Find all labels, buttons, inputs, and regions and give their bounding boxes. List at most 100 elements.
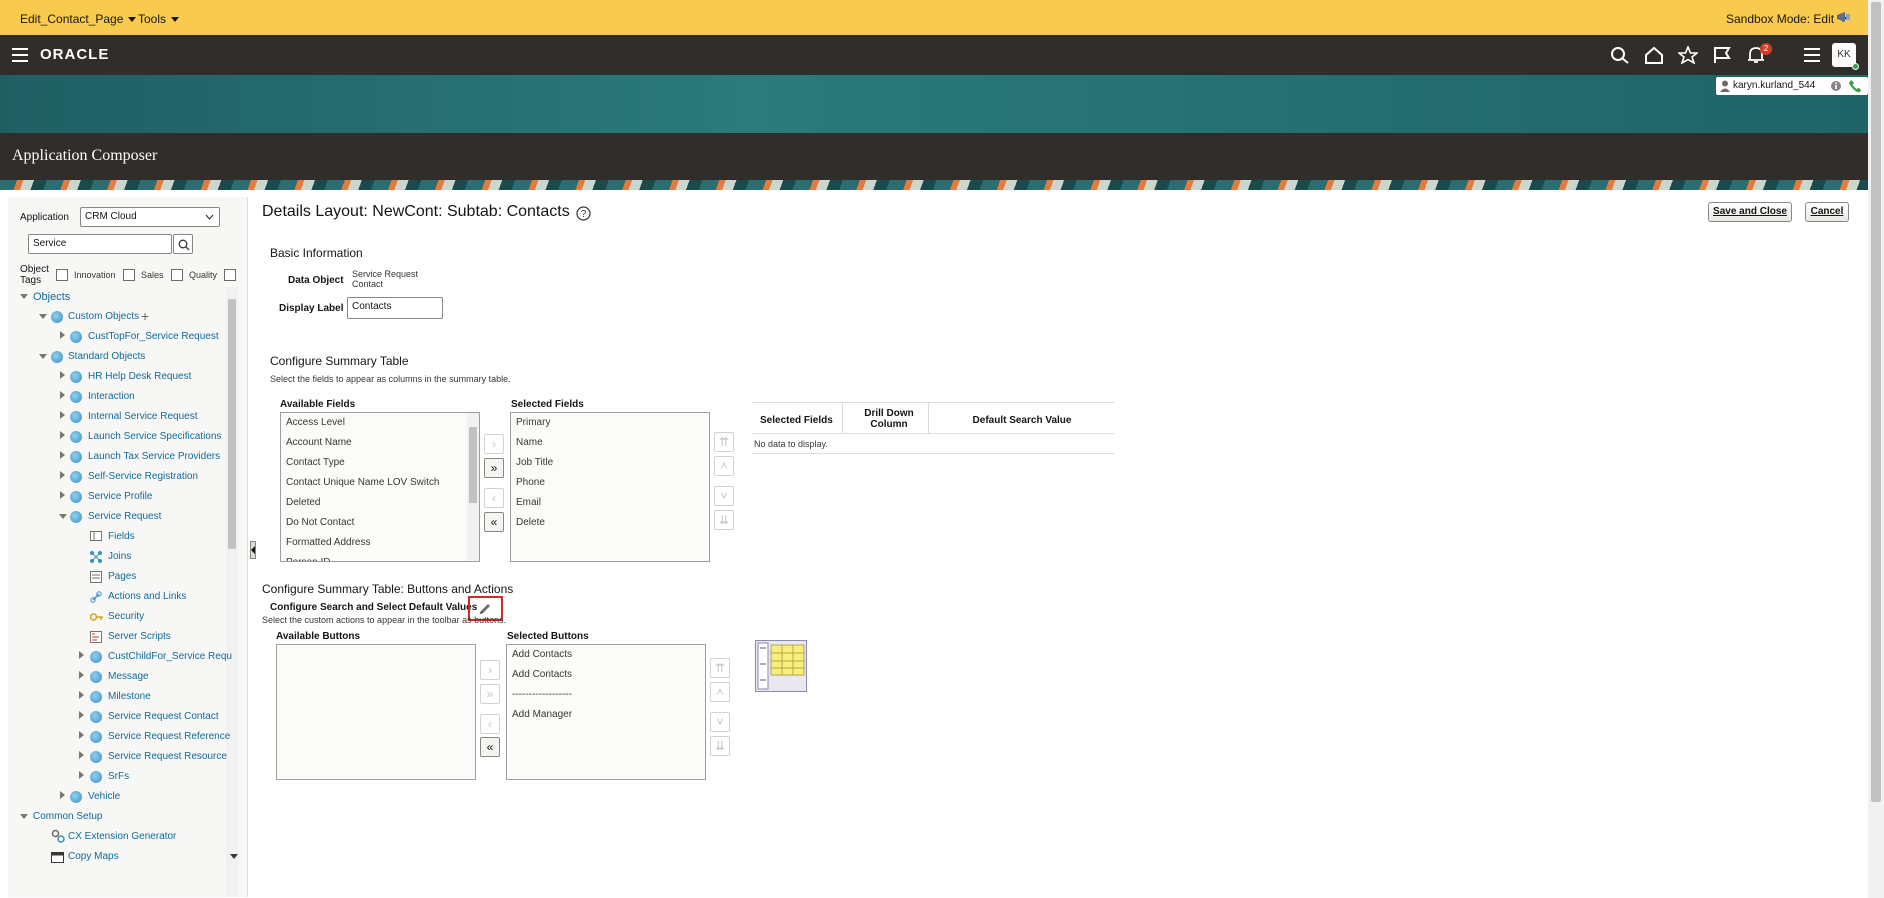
megaphone-icon[interactable] xyxy=(1836,10,1852,24)
tools-menu[interactable]: Tools xyxy=(138,12,180,26)
expand-icon[interactable] xyxy=(60,411,65,419)
expand-icon[interactable] xyxy=(79,731,84,739)
move-down-button[interactable]: ˅ xyxy=(710,712,730,732)
tree-item[interactable]: Self-Service Registration xyxy=(88,471,198,482)
tree-custom-objects[interactable]: Custom Objects xyxy=(68,311,139,322)
move-right-button[interactable]: › xyxy=(484,434,504,454)
search-button[interactable] xyxy=(173,234,193,254)
phone-icon[interactable] xyxy=(1848,79,1862,93)
collapse-icon[interactable] xyxy=(39,354,47,359)
move-up-button[interactable]: ˄ xyxy=(710,682,730,702)
sandbox-mode-menu[interactable]: Sandbox Mode: Edit xyxy=(1726,12,1848,26)
list-scrollbar-thumb[interactable] xyxy=(469,427,477,503)
tree-item[interactable]: HR Help Desk Request xyxy=(88,371,191,382)
list-item[interactable]: Name xyxy=(511,433,709,453)
flag-icon[interactable] xyxy=(1712,46,1732,64)
collapse-icon[interactable] xyxy=(20,814,28,819)
collapse-icon[interactable] xyxy=(59,514,67,519)
page-scrollbar[interactable] xyxy=(1868,0,1884,898)
tree-item-service-request[interactable]: Service Request xyxy=(88,511,161,522)
tree-item[interactable]: Service Request Resource xyxy=(108,751,227,762)
expand-icon[interactable] xyxy=(60,431,65,439)
move-all-right-button[interactable]: » xyxy=(480,684,500,704)
move-all-left-button[interactable]: « xyxy=(484,512,504,532)
move-top-button[interactable]: ⇈ xyxy=(710,658,730,678)
move-all-left-button[interactable]: « xyxy=(480,737,500,757)
move-up-button[interactable]: ˄ xyxy=(714,456,734,476)
application-select[interactable]: CRM Cloud xyxy=(80,207,220,227)
info-icon[interactable] xyxy=(1830,80,1842,92)
tag-checkbox-quality[interactable] xyxy=(171,269,183,281)
list-item[interactable]: Do Not Contact xyxy=(281,513,479,533)
tree-pages[interactable]: Pages xyxy=(108,571,136,582)
list-item[interactable]: Delete xyxy=(511,513,709,533)
list-item[interactable]: Formatted Address xyxy=(281,533,479,553)
tree-item[interactable]: SrFs xyxy=(108,771,129,782)
tree-copy-maps[interactable]: Copy Maps xyxy=(68,851,119,862)
expand-icon[interactable] xyxy=(60,791,65,799)
list-item[interactable]: Contact Type xyxy=(281,453,479,473)
expand-icon[interactable] xyxy=(60,371,65,379)
tree-item[interactable]: Service Profile xyxy=(88,491,152,502)
list-scrollbar[interactable] xyxy=(467,413,479,561)
list-item[interactable]: Email xyxy=(511,493,709,513)
move-left-button[interactable]: ‹ xyxy=(480,714,500,734)
tree-item[interactable]: Interaction xyxy=(88,391,135,402)
collapse-icon[interactable] xyxy=(39,314,47,319)
cancel-button[interactable]: Cancel xyxy=(1805,202,1849,222)
list-item[interactable]: Add Contacts xyxy=(507,645,705,665)
list-item[interactable]: Person ID xyxy=(281,553,479,561)
collapse-icon[interactable] xyxy=(20,294,28,299)
tree-item[interactable]: Milestone xyxy=(108,691,151,702)
expand-icon[interactable] xyxy=(60,491,65,499)
move-top-button[interactable]: ⇈ xyxy=(714,432,734,452)
tree-item[interactable]: Service Request Contact xyxy=(108,711,219,722)
move-bottom-button[interactable]: ⇊ xyxy=(714,510,734,530)
expand-icon[interactable] xyxy=(60,451,65,459)
available-buttons-list[interactable] xyxy=(276,644,476,780)
tag-checkbox-more[interactable] xyxy=(224,269,236,281)
scroll-down-icon[interactable] xyxy=(230,854,238,859)
expand-icon[interactable] xyxy=(60,471,65,479)
save-and-close-button[interactable]: Save and Close xyxy=(1708,202,1792,222)
expand-icon[interactable] xyxy=(79,671,84,679)
expand-icon[interactable] xyxy=(60,331,65,339)
list-item[interactable]: Job Title xyxy=(511,453,709,473)
selected-buttons-list[interactable]: Add Contacts Add Contacts --------------… xyxy=(506,644,706,780)
tree-objects[interactable]: Objects xyxy=(33,291,70,303)
tree-standard-objects[interactable]: Standard Objects xyxy=(68,351,145,362)
expand-icon[interactable] xyxy=(79,751,84,759)
search-icon[interactable] xyxy=(1610,46,1630,64)
tree-item[interactable]: Service Request Reference xyxy=(108,731,230,742)
tree-server-scripts[interactable]: Server Scripts xyxy=(108,631,171,642)
tree-actions-links[interactable]: Actions and Links xyxy=(108,591,186,602)
list-item[interactable]: Add Manager xyxy=(507,705,705,725)
list-item[interactable]: Account Name xyxy=(281,433,479,453)
expand-icon[interactable] xyxy=(79,651,84,659)
move-right-button[interactable]: › xyxy=(480,660,500,680)
expand-icon[interactable] xyxy=(79,711,84,719)
tag-checkbox-innovation[interactable] xyxy=(56,269,68,281)
expand-icon[interactable] xyxy=(79,771,84,779)
move-bottom-button[interactable]: ⇊ xyxy=(710,736,730,756)
tree-item[interactable]: Vehicle xyxy=(88,791,120,802)
tree-joins[interactable]: Joins xyxy=(108,551,131,562)
tree-item[interactable]: Message xyxy=(108,671,149,682)
tree-security[interactable]: Security xyxy=(108,611,144,622)
tree-cx-extension-generator[interactable]: CX Extension Generator xyxy=(68,831,176,842)
list-item[interactable]: Contact Unique Name LOV Switch xyxy=(281,473,479,493)
selected-fields-list[interactable]: Primary Name Job Title Phone Email Delet… xyxy=(510,412,710,562)
list-item[interactable]: Add Contacts xyxy=(507,665,705,685)
tree-common-setup[interactable]: Common Setup xyxy=(33,811,102,822)
panel-splitter[interactable] xyxy=(250,541,256,559)
task-list-icon[interactable] xyxy=(1802,46,1822,64)
list-item[interactable]: Phone xyxy=(511,473,709,493)
list-item[interactable]: Access Level xyxy=(281,413,479,433)
list-item[interactable]: Primary xyxy=(511,413,709,433)
tree-scrollbar[interactable] xyxy=(226,287,238,897)
tree-item[interactable]: Launch Tax Service Providers xyxy=(88,451,220,462)
tree-item[interactable]: CustChildFor_Service Requ xyxy=(108,651,232,662)
page-menu[interactable]: Edit_Contact_Page xyxy=(20,12,137,26)
tree-cust-top[interactable]: CustTopFor_Service Request xyxy=(88,331,219,342)
expand-icon[interactable] xyxy=(60,391,65,399)
